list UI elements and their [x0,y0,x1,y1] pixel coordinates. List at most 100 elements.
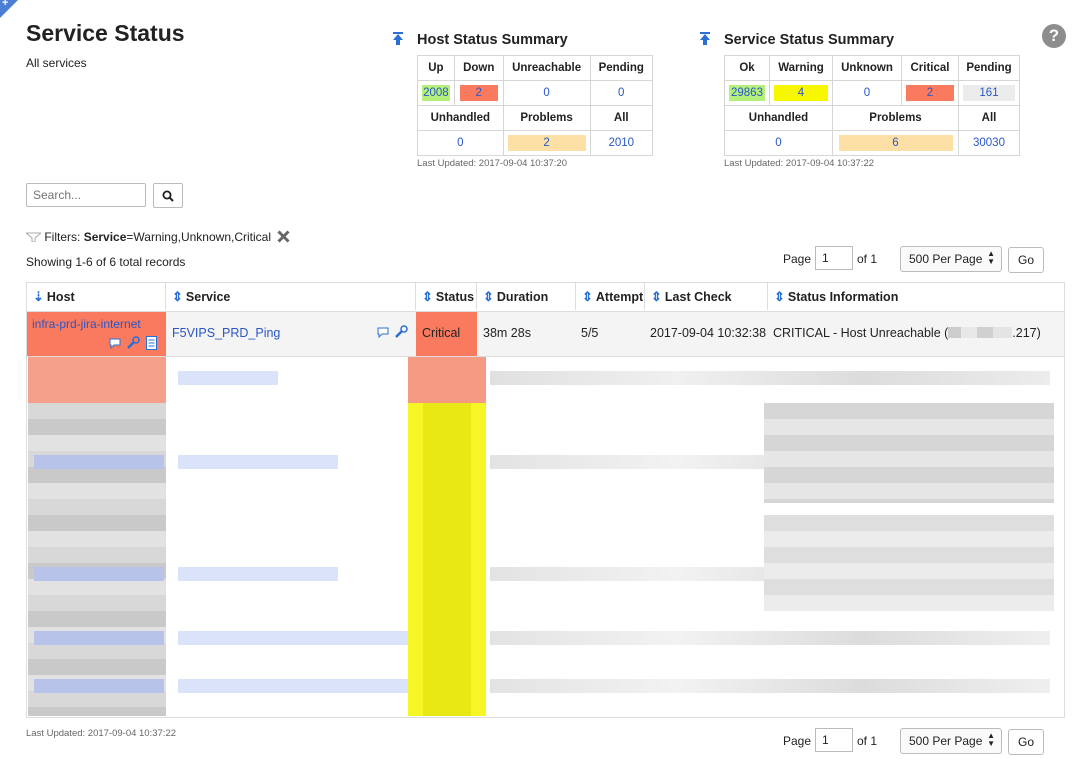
column-status[interactable]: ⇕ Status [416,283,477,310]
column-last-check[interactable]: ⇕ Last Check [645,283,768,310]
wrench-icon[interactable] [394,325,408,339]
page-subtitle: All services [26,56,87,70]
svc-unhandled-count[interactable]: 0 [775,135,781,151]
status-info-prefix: CRITICAL - Host Unreachable ( [773,326,949,340]
blurred-text [490,371,1050,385]
blurred-text [764,515,1054,611]
svc-ok-count[interactable]: 29863 [729,85,765,101]
column-last-check-label: Last Check [664,290,732,304]
wrench-icon[interactable] [126,336,140,350]
blurred-host-critical [28,357,166,403]
pin-icon[interactable] [699,32,711,46]
service-link[interactable]: F5VIPS_PRD_Ping [172,326,280,340]
page-of-label: of 1 [857,734,878,748]
filters-label: Filters: [44,230,81,244]
column-duration-label: Duration [496,290,549,304]
host-problems-header: Problems [502,105,591,131]
host-unreachable-header: Unreachable [502,55,591,81]
blurred-rows [28,357,1063,716]
clear-filter-icon[interactable] [277,230,290,243]
page-number-input[interactable]: 1 [815,728,853,752]
per-page-select[interactable]: 500 Per Page ▲ ▼ [900,728,1002,754]
sort-icon[interactable]: ⇕ [774,289,785,304]
svc-problems-count[interactable]: 6 [838,135,953,151]
page-of-label: of 1 [857,252,878,266]
host-pending-count[interactable]: 0 [618,85,624,101]
svc-pending-count[interactable]: 161 [963,85,1015,101]
service-summary-table: Ok Warning Unknown Critical Pending 2986… [724,55,1020,156]
go-button[interactable]: Go [1008,729,1044,755]
filter-icon [24,232,43,243]
column-status-information-label: Status Information [787,290,899,304]
sort-icon[interactable]: ⇕ [483,289,494,304]
page-number-input[interactable]: 1 [815,246,853,270]
blurred-link [178,679,408,693]
svc-all-header: All [958,105,1020,131]
host-down-count[interactable]: 2 [459,85,498,101]
column-attempt[interactable]: ⇕ Attempt [576,283,645,310]
host-all-count[interactable]: 2010 [608,135,634,151]
host-unreachable-count[interactable]: 0 [543,85,549,101]
last-check-cell: 2017-09-04 10:32:38 [645,312,768,356]
filter-value: =Warning,Unknown,Critical [126,230,271,244]
host-cell: infra-prd-jira-internet [27,312,166,356]
search-button[interactable] [153,183,183,208]
host-problems-count[interactable]: 2 [507,135,586,151]
filters-bar: Filters: Service=Warning,Unknown,Critica… [24,230,290,244]
service-summary-title: Service Status Summary [724,32,895,48]
status-info-suffix: .217) [1012,326,1041,340]
page-label: Page [783,734,812,748]
comment-icon[interactable] [109,338,121,349]
svc-warning-header: Warning [769,55,833,81]
status-cell: Critical [416,312,477,356]
host-unhandled-count[interactable]: 0 [457,135,463,151]
sort-icon[interactable]: ⇕ [172,289,183,304]
search-icon [162,190,174,202]
svc-warning-count[interactable]: 4 [774,85,828,101]
sort-icon[interactable]: ⇕ [582,289,593,304]
column-duration[interactable]: ⇕ Duration [477,283,576,310]
column-status-information[interactable]: ⇕ Status Information [768,283,1064,310]
blurred-status-warning [423,403,471,716]
pager-bottom: Page 1 of 1 500 Per Page ▲ ▼ Go [783,728,1045,756]
blurred-link [34,455,164,469]
column-status-label: Status [435,290,475,304]
svc-all-count[interactable]: 30030 [973,135,1005,151]
plus-icon[interactable]: + [2,0,8,9]
column-service-label: Service [185,290,231,304]
search-input[interactable] [26,183,146,207]
svc-critical-count[interactable]: 2 [906,85,954,101]
filter-key: Service [83,230,127,244]
sort-icon[interactable]: ⇕ [651,289,662,304]
blurred-link [178,631,408,645]
svc-unknown-count[interactable]: 0 [864,85,870,101]
per-page-select[interactable]: 500 Per Page ▲ ▼ [900,246,1002,272]
column-host[interactable]: ⇣ Host [27,283,166,310]
svc-problems-header: Problems [832,105,959,131]
blurred-status-critical [408,357,486,403]
question-circle-icon[interactable]: ? [1042,24,1066,48]
svc-critical-header: Critical [901,55,959,81]
host-summary-last-updated: Last Updated: 2017-09-04 10:37:20 [417,158,568,169]
comment-icon[interactable] [377,327,389,338]
blurred-link [178,567,338,581]
blurred-link [34,567,164,581]
host-unhandled-header: Unhandled [417,105,504,131]
sort-desc-icon[interactable]: ⇣ [33,289,44,304]
pager-top: Page 1 of 1 500 Per Page ▲ ▼ Go [783,246,1045,274]
redacted-ip [948,327,1013,338]
page-label: Page [783,252,812,266]
sort-icon[interactable]: ⇕ [422,289,433,304]
host-up-header: Up [417,55,455,81]
pin-icon[interactable] [392,32,404,46]
document-icon[interactable] [146,336,157,350]
host-link[interactable]: infra-prd-jira-internet [32,317,141,331]
blurred-host-column [28,403,166,716]
page-title: Service Status [26,20,185,46]
svc-unknown-header: Unknown [832,55,902,81]
column-service[interactable]: ⇕ Service [166,283,416,310]
go-button[interactable]: Go [1008,247,1044,273]
host-up-count[interactable]: 2008 [421,85,450,101]
blurred-link [34,679,164,693]
service-table: ⇣ Host ⇕ Service ⇕ Status ⇕ Duration ⇕ Attemp… [26,282,1065,718]
